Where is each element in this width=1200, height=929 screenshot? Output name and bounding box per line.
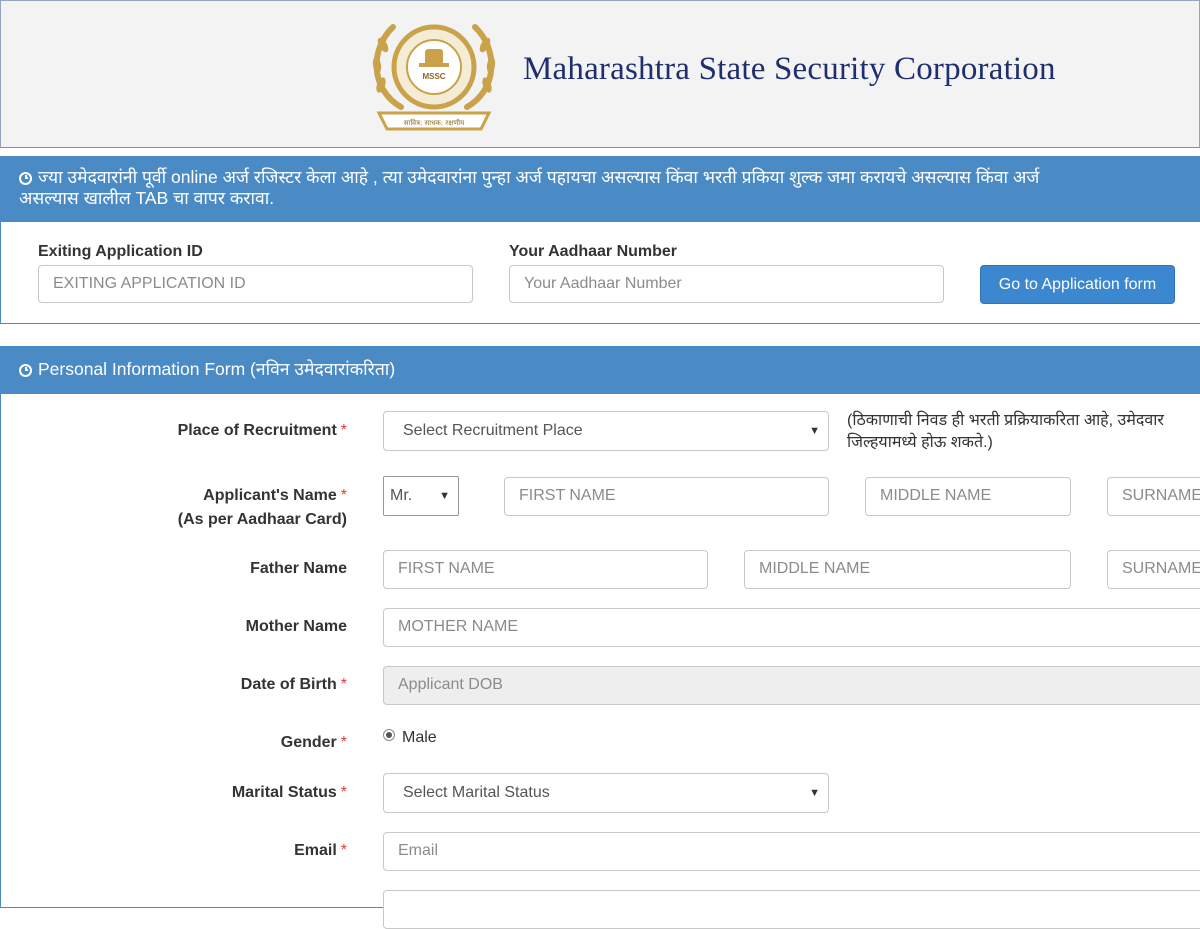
recruitment-note-line1: (ठिकाणाची निवड ही भरती प्रक्रियाकरिता आह… bbox=[847, 412, 1164, 429]
required-marker: * bbox=[340, 734, 347, 751]
caret-down-icon: ▼ bbox=[809, 787, 820, 799]
existing-panel-heading: ज्या उमेदवारांनी पूर्वी online अर्ज रजिस… bbox=[1, 157, 1200, 222]
marital-status-select[interactable]: Select Marital Status ▼ bbox=[383, 773, 829, 813]
existing-heading-line1: ज्या उमेदवारांनी पूर्वी online अर्ज रजिस… bbox=[38, 167, 1040, 187]
name-title-select[interactable]: Mr. ▼ bbox=[383, 476, 459, 516]
site-title: Maharashtra State Security Corporation bbox=[523, 51, 1056, 87]
recruitment-place-select[interactable]: Select Recruitment Place ▼ bbox=[383, 411, 829, 451]
gender-label: Gender * bbox=[281, 734, 347, 752]
application-id-label: Exiting Application ID bbox=[38, 243, 203, 260]
gender-label-text: Gender bbox=[280, 734, 337, 751]
applicant-name-label-text: Applicant's Name bbox=[203, 487, 337, 504]
required-marker: * bbox=[340, 422, 347, 439]
father-surname-input[interactable]: SURNAME bbox=[1107, 550, 1200, 589]
marital-status-label: Marital Status * bbox=[232, 784, 347, 802]
applicant-name-label: Applicant's Name * bbox=[203, 487, 347, 505]
marital-status-label-text: Marital Status bbox=[231, 784, 337, 801]
clock-icon bbox=[19, 172, 32, 185]
mother-name-input[interactable]: MOTHER NAME bbox=[383, 608, 1200, 647]
existing-heading-line2: असल्यास खालील TAB चा वापर करावा. bbox=[19, 188, 275, 208]
required-marker: * bbox=[340, 487, 347, 504]
email-input[interactable]: Email bbox=[383, 832, 1200, 871]
logo-ribbon-text: सावित्र: साधक: रक्षणीय bbox=[404, 118, 465, 127]
email-label-text: Email bbox=[294, 842, 337, 859]
father-name-label: Father Name bbox=[250, 560, 347, 577]
mssc-logo: MSSC सावित्र: साधक: रक्षणीय bbox=[372, 24, 496, 131]
recruitment-place-note: (ठिकाणाची निवड ही भरती प्रक्रियाकरिता आह… bbox=[847, 410, 1164, 454]
recruitment-place-selected: Select Recruitment Place bbox=[403, 422, 583, 439]
mother-name-label: Mother Name bbox=[245, 618, 347, 635]
required-marker: * bbox=[340, 842, 347, 859]
applicant-surname-input[interactable]: SURNAME bbox=[1107, 477, 1200, 516]
recruitment-note-line2: जिल्हयामध्ये होऊ शकते.) bbox=[847, 434, 993, 451]
personal-heading-text: Personal Information Form (नविन उमेदवारा… bbox=[38, 359, 396, 379]
caret-down-icon: ▼ bbox=[809, 425, 820, 437]
required-marker: * bbox=[340, 676, 347, 693]
applicant-name-sublabel: (As per Aadhaar Card) bbox=[177, 511, 347, 528]
logo-abbr: MSSC bbox=[422, 72, 445, 81]
recruitment-place-label-text: Place of Recruitment bbox=[177, 422, 337, 439]
name-title-selected: Mr. bbox=[390, 487, 413, 504]
father-first-name-input[interactable]: FIRST NAME bbox=[383, 550, 708, 589]
site-header: MSSC सावित्र: साधक: रक्षणीय Maharashtra … bbox=[0, 0, 1200, 148]
gender-male-label[interactable]: Male bbox=[402, 729, 437, 747]
aadhaar-input[interactable]: Your Aadhaar Number bbox=[509, 265, 944, 303]
email-label: Email * bbox=[294, 842, 347, 860]
dob-label: Date of Birth * bbox=[241, 676, 347, 694]
next-field-input[interactable] bbox=[383, 890, 1200, 929]
dob-input[interactable]: Applicant DOB bbox=[383, 666, 1200, 705]
applicant-middle-name-input[interactable]: MIDDLE NAME bbox=[865, 477, 1071, 516]
recruitment-place-label: Place of Recruitment * bbox=[178, 422, 347, 440]
personal-panel-heading: Personal Information Form (नविन उमेदवारा… bbox=[1, 347, 1200, 394]
go-to-application-button[interactable]: Go to Application form bbox=[980, 265, 1175, 304]
caret-down-icon: ▼ bbox=[439, 490, 450, 502]
applicant-first-name-input[interactable]: FIRST NAME bbox=[504, 477, 829, 516]
aadhaar-label: Your Aadhaar Number bbox=[509, 243, 678, 260]
clock-icon bbox=[19, 364, 32, 377]
application-id-input[interactable]: EXITING APPLICATION ID bbox=[38, 265, 473, 303]
father-middle-name-input[interactable]: MIDDLE NAME bbox=[744, 550, 1071, 589]
required-marker: * bbox=[340, 784, 347, 801]
dob-label-text: Date of Birth bbox=[240, 676, 337, 693]
gender-male-radio[interactable] bbox=[383, 729, 395, 741]
marital-status-selected: Select Marital Status bbox=[403, 784, 550, 801]
